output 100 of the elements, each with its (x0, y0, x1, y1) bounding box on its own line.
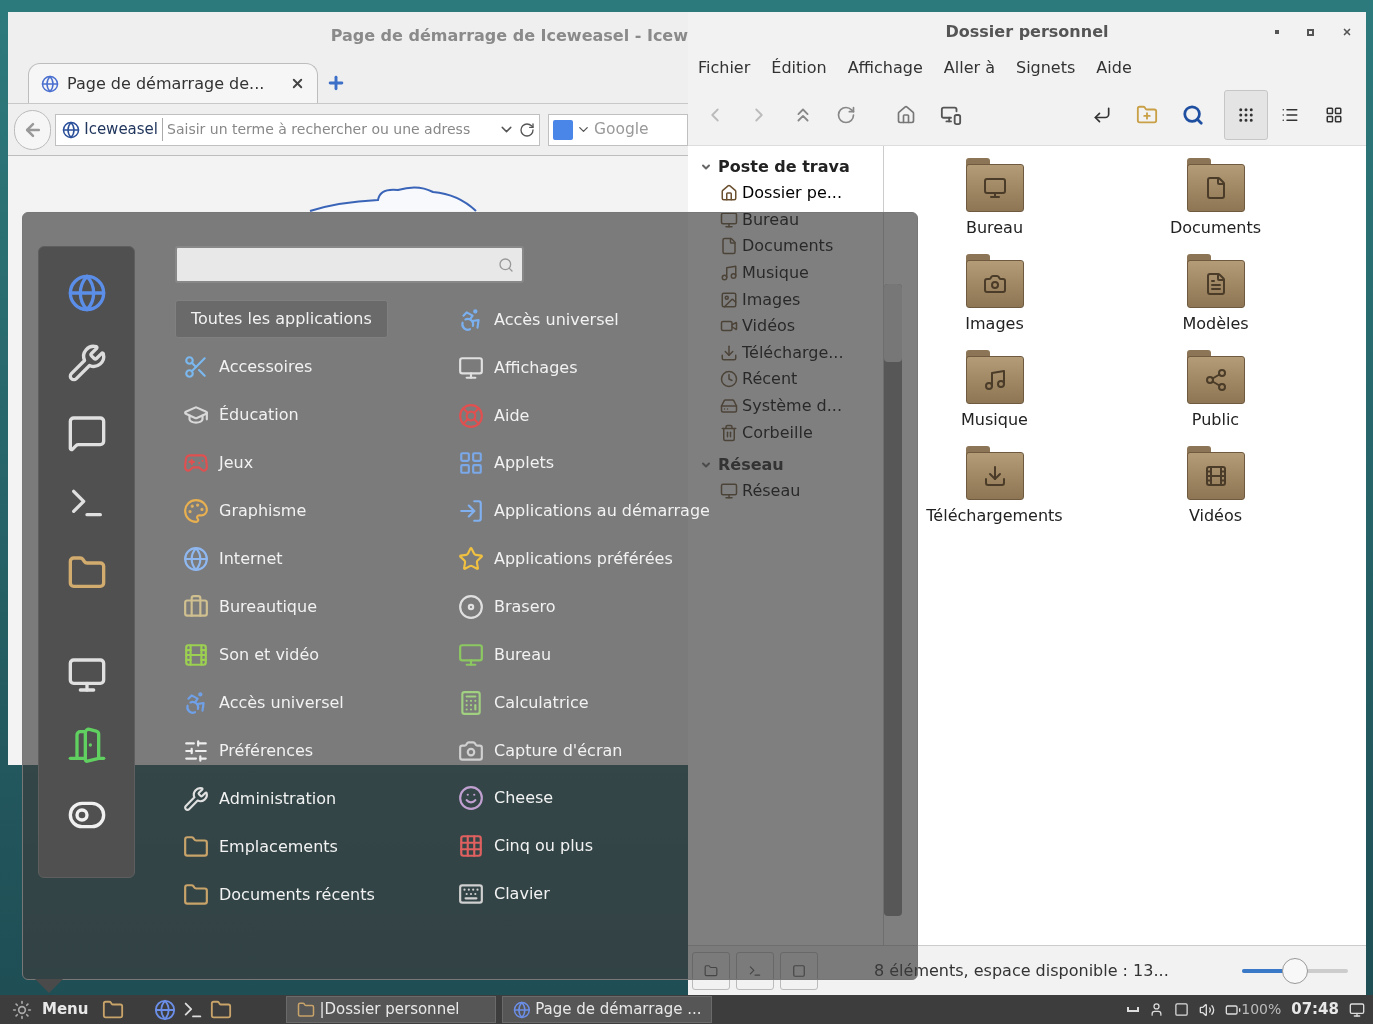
folder-name[interactable]: Musique (961, 408, 1028, 432)
folder-name[interactable]: Téléchargements (926, 504, 1063, 528)
taskbar-window-button[interactable]: |Dossier personnel (286, 996, 497, 1023)
sidebar-item[interactable]: Corbeille (742, 420, 813, 445)
folder-name[interactable]: Bureau (965, 216, 1024, 240)
new-tab-icon[interactable] (326, 73, 346, 93)
speaker-icon[interactable] (1199, 1001, 1216, 1018)
address-input[interactable]: Saisir un terme à rechercher ou une adress (167, 119, 494, 140)
application-item[interactable]: Applets (458, 450, 555, 477)
menu-item[interactable]: Aide (1096, 56, 1132, 80)
menu-item[interactable]: Aller à (943, 56, 995, 80)
sidebar-toggle-button[interactable] (736, 951, 774, 990)
globe-icon[interactable] (66, 273, 107, 313)
category-item[interactable]: Administration (175, 780, 345, 818)
menu-item[interactable]: Fichier (698, 56, 751, 80)
globe-icon[interactable] (154, 998, 177, 1021)
menu-item[interactable]: Édition (771, 56, 827, 80)
application-item[interactable]: Bureau (458, 641, 552, 668)
sidebar-item[interactable]: Système d... (742, 394, 842, 419)
monitor-icon[interactable] (66, 655, 107, 695)
show-desktop-icon[interactable] (1349, 1001, 1365, 1018)
clock[interactable]: 07:48 (1291, 998, 1339, 1021)
scrollbar-thumb[interactable] (884, 284, 902, 362)
close-icon[interactable] (290, 76, 305, 91)
reload-icon[interactable] (836, 104, 856, 125)
category-item[interactable]: Bureautique (175, 588, 325, 626)
sidebar-item[interactable]: Réseau (742, 479, 801, 504)
home-icon[interactable] (896, 104, 916, 125)
category-item[interactable]: Graphisme (175, 492, 315, 530)
browser-tab[interactable]: Page de démarrage de... (28, 63, 318, 103)
category-item[interactable]: Jeux (175, 444, 262, 482)
address-bar[interactable]: Iceweasel Saisir un terme à rechercher ou une adress (55, 113, 540, 146)
folder-name[interactable]: Documents (1169, 216, 1262, 240)
category-item[interactable]: Préférences (175, 732, 322, 770)
taskbar-window-button[interactable]: Page de démarrage ... (502, 996, 713, 1023)
window-icon[interactable] (1174, 1002, 1190, 1017)
application-item[interactable]: Aide (458, 402, 530, 429)
application-item[interactable]: Applications préférées (458, 546, 673, 573)
application-item[interactable]: Affichages (458, 354, 578, 381)
menu-item[interactable]: Affichage (847, 56, 923, 80)
folder-icon[interactable] (210, 998, 233, 1021)
chat-bubble-icon[interactable] (66, 413, 107, 453)
application-item[interactable]: Applications au démarrage (458, 498, 710, 525)
sidebar-item[interactable]: Télécharge... (742, 340, 844, 365)
zoom-slider[interactable] (1242, 957, 1348, 984)
keyboard-icon[interactable] (1127, 1007, 1140, 1012)
application-item[interactable]: Accès universel (458, 306, 619, 333)
category-item[interactable]: Accès universel (175, 684, 352, 722)
videos-folder-icon[interactable] (1186, 446, 1245, 500)
category-item[interactable]: Emplacements (175, 828, 346, 866)
public-folder-icon[interactable] (1186, 350, 1245, 404)
category-item[interactable]: Éducation (175, 396, 307, 434)
menu-item[interactable]: Signets (1015, 56, 1076, 80)
application-item[interactable]: Cheese (458, 785, 554, 812)
icon-view-button[interactable] (1224, 89, 1268, 140)
exit-door-icon[interactable] (66, 725, 107, 765)
category-item[interactable]: Son et vidéo (175, 636, 328, 674)
sidebar-item[interactable]: Documents (742, 234, 834, 259)
site-identity[interactable]: Iceweasel (84, 118, 164, 141)
sidebar-item[interactable]: Dossier pe... (742, 181, 842, 206)
category-item[interactable]: Toutes les applications (175, 300, 388, 338)
desktop-folder-icon[interactable] (965, 158, 1024, 212)
search-icon (498, 256, 514, 273)
sidebar-toggle-button[interactable] (692, 951, 730, 990)
slider-thumb[interactable] (1282, 957, 1308, 984)
tools-icon[interactable] (66, 343, 107, 383)
music-folder-icon[interactable] (965, 350, 1024, 404)
sidebar-item[interactable]: Musique (742, 261, 809, 286)
downloads-folder-icon[interactable] (965, 446, 1024, 500)
application-item[interactable]: Calculatrice (458, 689, 589, 716)
search-icon[interactable] (1182, 103, 1204, 126)
application-item[interactable]: Clavier (458, 881, 550, 908)
documents-folder-icon[interactable] (1186, 158, 1245, 212)
maximize-icon[interactable] (1307, 28, 1314, 36)
folder-name[interactable]: Modèles (1182, 312, 1249, 336)
back-button[interactable] (14, 109, 52, 150)
pictures-folder-icon[interactable] (965, 254, 1024, 308)
menu-button[interactable]: Menu (12, 998, 89, 1021)
category-item[interactable]: Internet (175, 540, 291, 578)
application-item[interactable]: Cinq ou plus (458, 833, 594, 860)
search-field[interactable] (175, 246, 524, 283)
reload-icon[interactable] (519, 121, 535, 138)
sidebar-item[interactable]: Vidéos (742, 314, 796, 339)
folder-icon[interactable] (102, 998, 125, 1021)
sidebar-item[interactable]: Récent (742, 367, 798, 392)
close-icon[interactable] (1342, 27, 1352, 37)
category-item[interactable]: Documents récents (175, 876, 383, 914)
sidebar-item[interactable]: Bureau (742, 207, 800, 232)
folder-name[interactable]: Public (1191, 408, 1240, 432)
folder-name[interactable]: Vidéos (1188, 504, 1243, 528)
application-item[interactable]: Capture d'écran (458, 737, 623, 764)
category-item[interactable]: Accessoires (175, 348, 321, 386)
folder-name[interactable]: Images (965, 312, 1024, 336)
sidebar-item[interactable]: Images (742, 287, 801, 312)
sidebar-toggle-button[interactable] (780, 951, 818, 990)
templates-folder-icon[interactable] (1186, 254, 1245, 308)
user-icon[interactable] (1149, 1002, 1165, 1017)
search-input[interactable]: Google (594, 117, 674, 142)
search-bar[interactable]: Google (548, 113, 688, 146)
application-item[interactable]: Brasero (458, 594, 556, 620)
